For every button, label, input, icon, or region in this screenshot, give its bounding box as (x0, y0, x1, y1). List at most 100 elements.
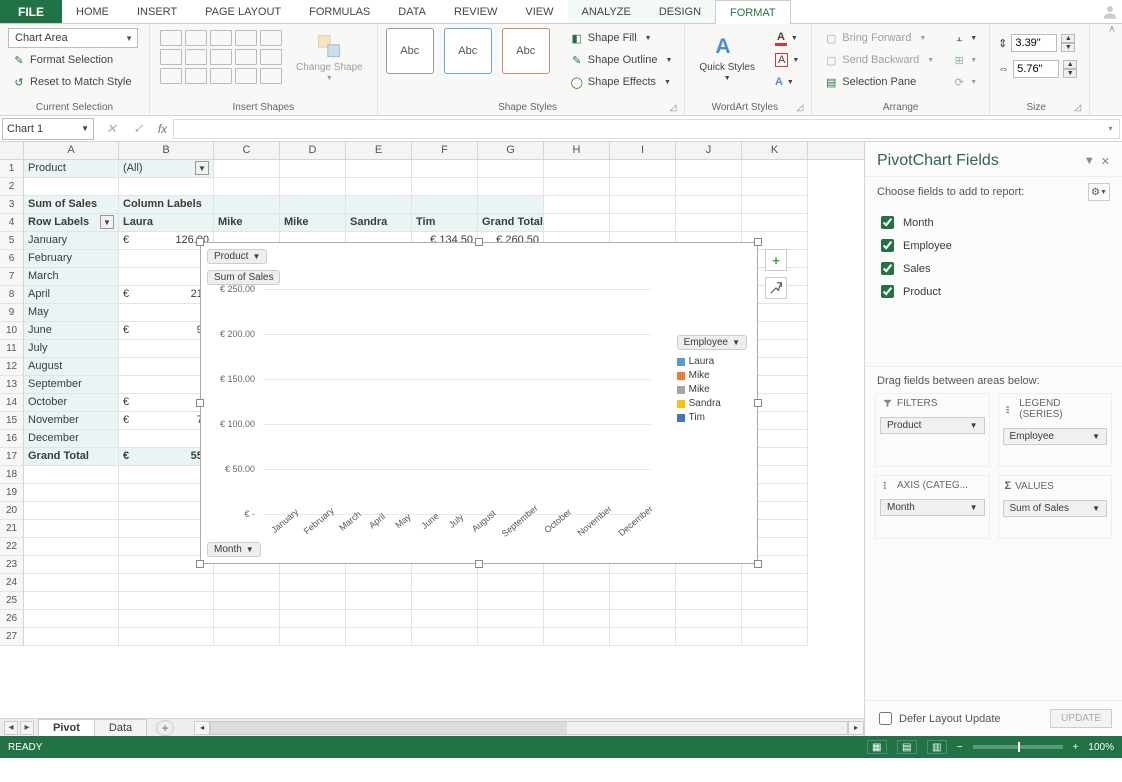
chart-axis-chip[interactable]: Month▼ (207, 542, 261, 557)
cell[interactable] (478, 160, 544, 178)
cell[interactable] (280, 574, 346, 592)
cell[interactable] (412, 628, 478, 646)
resize-handle[interactable] (754, 238, 762, 246)
cell[interactable] (214, 196, 280, 214)
dialog-launcher-icon[interactable]: ◿ (1074, 102, 1081, 113)
row-header[interactable]: 5 (0, 232, 24, 250)
cell[interactable] (412, 160, 478, 178)
cell[interactable] (119, 178, 214, 196)
shape-fill-button[interactable]: ◧Shape Fill▼ (566, 28, 677, 48)
style-preset[interactable]: Abc (386, 28, 434, 74)
change-shape-button[interactable]: Change Shape ▼ (290, 28, 369, 86)
row-header[interactable]: 17 (0, 448, 24, 466)
cell[interactable]: August (24, 358, 119, 376)
cell[interactable] (610, 628, 676, 646)
tab-analyze[interactable]: ANALYZE (568, 0, 645, 23)
col-header[interactable]: E (346, 142, 412, 159)
area-item[interactable]: Month▼ (880, 499, 985, 516)
cell[interactable] (280, 160, 346, 178)
filter-dropdown-icon[interactable]: ▼ (195, 161, 209, 175)
row-header[interactable]: 13 (0, 376, 24, 394)
reset-match-style-button[interactable]: ↺ Reset to Match Style (8, 72, 138, 92)
resize-handle[interactable] (196, 560, 204, 568)
col-header[interactable]: K (742, 142, 808, 159)
cell[interactable]: Grand Total (478, 214, 544, 232)
col-header[interactable]: A (24, 142, 119, 159)
formula-enter-icon[interactable]: ✓ (125, 121, 152, 137)
send-backward-button[interactable]: ▢Send Backward▼ (820, 50, 938, 70)
zoom-slider[interactable] (973, 745, 1063, 749)
cell[interactable]: Sum of Sales (24, 196, 119, 214)
cell[interactable] (742, 592, 808, 610)
cell[interactable] (610, 178, 676, 196)
cell[interactable]: Tim (412, 214, 478, 232)
field-checkbox[interactable] (881, 239, 894, 252)
col-header[interactable]: H (544, 142, 610, 159)
selection-pane-button[interactable]: ▤Selection Pane (820, 72, 938, 92)
row-header[interactable]: 25 (0, 592, 24, 610)
cell[interactable] (544, 214, 610, 232)
row-header[interactable]: 24 (0, 574, 24, 592)
tab-data[interactable]: DATA (384, 0, 440, 23)
cell[interactable] (742, 628, 808, 646)
select-all-corner[interactable] (0, 142, 24, 159)
filter-dropdown-icon[interactable]: ▼ (100, 215, 114, 229)
resize-handle[interactable] (475, 560, 483, 568)
cell[interactable] (24, 520, 119, 538)
spin-buttons[interactable]: ▲▼ (1063, 60, 1077, 78)
cell[interactable] (412, 178, 478, 196)
cell[interactable] (346, 160, 412, 178)
shape-outline-button[interactable]: ✎Shape Outline▼ (566, 50, 677, 70)
cell[interactable] (544, 160, 610, 178)
chart-plot-area[interactable]: € -€ 50.00€ 100.00€ 150.00€ 200.00€ 250.… (207, 289, 751, 538)
cell[interactable] (742, 574, 808, 592)
area-filters[interactable]: FILTERS Product▼ (875, 393, 990, 467)
cell[interactable] (119, 628, 214, 646)
cell[interactable] (24, 502, 119, 520)
fx-label[interactable]: fx (158, 122, 167, 136)
resize-handle[interactable] (196, 238, 204, 246)
cell[interactable] (676, 160, 742, 178)
legend-item[interactable]: Tim (677, 412, 747, 423)
cell[interactable] (544, 592, 610, 610)
formula-cancel-icon[interactable]: ✕ (98, 121, 125, 137)
legend-filter-chip[interactable]: Employee▼ (677, 335, 747, 350)
hscroll-left-icon[interactable]: ◂ (194, 721, 210, 735)
cell[interactable] (478, 628, 544, 646)
text-fill-button[interactable]: A▼ (771, 28, 803, 48)
cell[interactable] (478, 196, 544, 214)
legend-item[interactable]: Mike (677, 370, 747, 381)
tab-review[interactable]: REVIEW (440, 0, 511, 23)
cell[interactable] (544, 610, 610, 628)
cell[interactable] (214, 574, 280, 592)
tab-design[interactable]: DESIGN (645, 0, 715, 23)
add-sheet-button[interactable]: + (156, 720, 174, 736)
field-checkbox[interactable] (881, 285, 894, 298)
sheet-tab-data[interactable]: Data (94, 719, 147, 736)
cell[interactable] (346, 628, 412, 646)
cell[interactable] (412, 574, 478, 592)
pagebreak-view-icon[interactable]: ▥ (927, 740, 947, 754)
cell[interactable] (119, 574, 214, 592)
cell[interactable] (214, 610, 280, 628)
cell[interactable] (214, 592, 280, 610)
cell[interactable]: Column Labels▼ (119, 196, 214, 214)
tab-format[interactable]: FORMAT (715, 0, 791, 24)
field-item[interactable]: Product (877, 280, 1110, 303)
cell[interactable] (478, 610, 544, 628)
cell[interactable] (214, 628, 280, 646)
cell[interactable] (742, 214, 808, 232)
cell[interactable] (346, 178, 412, 196)
col-header[interactable]: C (214, 142, 280, 159)
cell[interactable] (346, 592, 412, 610)
legend-item[interactable]: Mike (677, 384, 747, 395)
row-header[interactable]: 27 (0, 628, 24, 646)
field-item[interactable]: Month (877, 211, 1110, 234)
cell[interactable] (742, 160, 808, 178)
cell[interactable] (478, 592, 544, 610)
row-header[interactable]: 4 (0, 214, 24, 232)
area-item[interactable]: Sum of Sales▼ (1003, 500, 1108, 517)
cell[interactable] (676, 574, 742, 592)
field-checkbox[interactable] (881, 262, 894, 275)
shape-style-gallery[interactable]: Abc Abc Abc (386, 28, 550, 74)
